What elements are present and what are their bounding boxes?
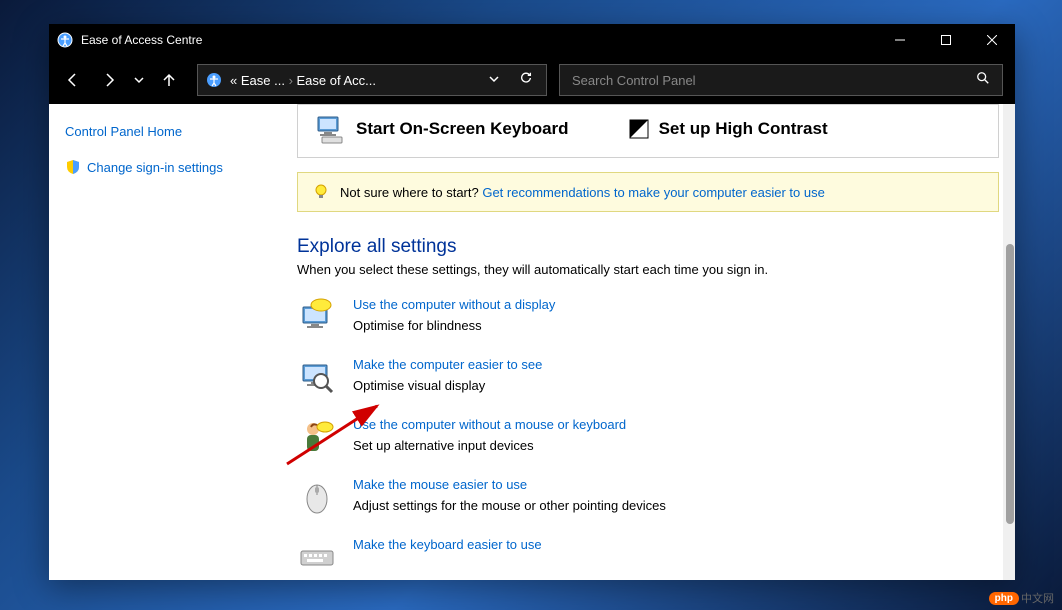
titlebar: Ease of Access Centre [49, 24, 1015, 56]
maximize-button[interactable] [923, 24, 969, 56]
ease-of-access-icon [206, 72, 222, 88]
control-panel-window: Ease of Access Centre [49, 24, 1015, 580]
close-button[interactable] [969, 24, 1015, 56]
window-title: Ease of Access Centre [81, 33, 877, 47]
history-dropdown[interactable] [129, 64, 149, 96]
up-button[interactable] [153, 64, 185, 96]
keyboard-easier-link[interactable]: Make the keyboard easier to use [353, 537, 542, 552]
setting-sub: Set up alternative input devices [353, 438, 626, 453]
setup-high-contrast-link[interactable]: Set up High Contrast [629, 113, 828, 145]
setting-sub: Adjust settings for the mouse or other p… [353, 498, 666, 513]
keyboard-icon [297, 537, 337, 577]
change-signin-settings-link[interactable]: Change sign-in settings [65, 159, 265, 175]
chevron-right-icon: › [289, 73, 297, 88]
address-bar[interactable]: « Ease ... › Ease of Acc... [197, 64, 547, 96]
refresh-button[interactable] [514, 71, 538, 90]
setting-sub: Optimise visual display [353, 378, 542, 393]
scroll-thumb[interactable] [1006, 244, 1014, 524]
explore-title: Explore all settings [297, 236, 999, 258]
forward-button[interactable] [93, 64, 125, 96]
without-mouse-keyboard-link[interactable]: Use the computer without a mouse or keyb… [353, 417, 626, 432]
setting-keyboard-easier: Make the keyboard easier to use [297, 537, 999, 577]
keyboard-monitor-icon [314, 113, 346, 145]
shield-icon [65, 159, 81, 175]
watermark: php 中文网 [989, 590, 1054, 606]
search-icon[interactable] [976, 71, 990, 90]
search-bar[interactable] [559, 64, 1003, 96]
minimize-button[interactable] [877, 24, 923, 56]
setting-without-display: Use the computer without a display Optim… [297, 297, 999, 337]
explore-desc: When you select these settings, they wil… [297, 262, 999, 277]
breadcrumb: « Ease ... › Ease of Acc... [230, 73, 474, 88]
setting-mouse-easier: Make the mouse easier to use Adjust sett… [297, 477, 999, 517]
setting-sub: Optimise for blindness [353, 318, 555, 333]
lightbulb-icon [312, 183, 330, 201]
sidebar: Control Panel Home Change sign-in settin… [49, 104, 281, 580]
breadcrumb-current[interactable]: Ease of Acc... [297, 73, 377, 88]
start-onscreen-keyboard-link[interactable]: Start On-Screen Keyboard [314, 113, 569, 145]
search-input[interactable] [572, 73, 976, 88]
setting-without-mouse-keyboard: Use the computer without a mouse or keyb… [297, 417, 999, 457]
high-contrast-icon [629, 119, 649, 139]
monitor-magnifier-icon [297, 357, 337, 397]
monitor-speech-icon [297, 297, 337, 337]
recommendations-link[interactable]: Get recommendations to make your compute… [482, 185, 825, 200]
ease-of-access-icon [57, 32, 73, 48]
content-area: Control Panel Home Change sign-in settin… [49, 104, 1015, 580]
mouse-easier-link[interactable]: Make the mouse easier to use [353, 477, 666, 492]
control-panel-home-link[interactable]: Control Panel Home [65, 124, 265, 139]
info-text: Not sure where to start? Get recommendat… [340, 185, 825, 200]
easier-to-see-link[interactable]: Make the computer easier to see [353, 357, 542, 372]
navbar: « Ease ... › Ease of Acc... [49, 56, 1015, 104]
breadcrumb-parent[interactable]: Ease ... [241, 73, 285, 88]
address-dropdown[interactable] [482, 71, 506, 89]
back-button[interactable] [57, 64, 89, 96]
person-speech-icon [297, 417, 337, 457]
setting-easier-to-see: Make the computer easier to see Optimise… [297, 357, 999, 397]
info-banner: Not sure where to start? Get recommendat… [297, 172, 999, 212]
without-display-link[interactable]: Use the computer without a display [353, 297, 555, 312]
vertical-scrollbar[interactable] [1003, 104, 1015, 580]
main-content: Start On-Screen Keyboard Set up High Con… [281, 104, 1015, 580]
mouse-icon [297, 477, 337, 517]
watermark-badge: php [989, 592, 1019, 605]
quick-access-box: Start On-Screen Keyboard Set up High Con… [297, 104, 999, 158]
